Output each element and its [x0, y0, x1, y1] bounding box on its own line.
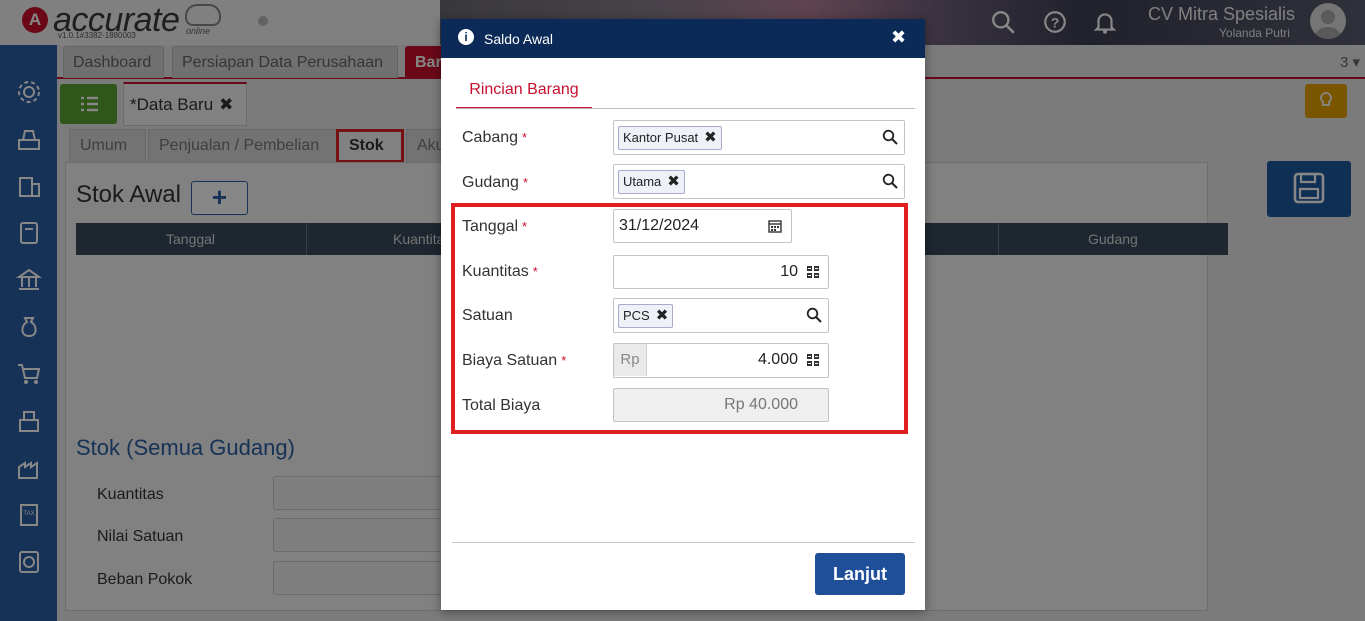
tanggal-label-text: Tanggal	[462, 218, 519, 235]
kuantitas-field[interactable]: 10	[613, 255, 829, 289]
required-mark: *	[522, 175, 528, 190]
satuan-value: PCS	[623, 308, 650, 323]
total-biaya-label-text: Total Biaya	[462, 397, 541, 414]
tanggal-label: Tanggal *	[462, 218, 527, 236]
close-icon[interactable]: ✖	[891, 27, 906, 48]
total-biaya-field: Rp 40.000	[613, 388, 829, 422]
info-icon: i	[458, 29, 474, 45]
biaya-satuan-label-text: Biaya Satuan	[462, 352, 558, 369]
lanjut-button[interactable]: Lanjut	[815, 553, 905, 595]
satuan-field[interactable]: PCS ✖	[613, 298, 829, 333]
kuantitas-label-text: Kuantitas	[462, 263, 529, 280]
search-icon[interactable]	[882, 129, 898, 145]
search-icon[interactable]	[806, 307, 822, 323]
calculator-icon[interactable]	[806, 265, 820, 279]
required-mark: *	[561, 353, 567, 368]
gudang-label-text: Gudang	[462, 174, 519, 191]
currency-prefix: Rp	[614, 344, 647, 376]
cabang-chip: Kantor Pusat ✖	[618, 126, 722, 150]
satuan-chip: PCS ✖	[618, 304, 674, 328]
required-mark: *	[522, 130, 528, 145]
biaya-satuan-value: 4.000	[757, 351, 798, 368]
gudang-value: Utama	[623, 174, 662, 189]
kuantitas-value: 10	[780, 263, 798, 280]
remove-chip-icon[interactable]: ✖	[704, 129, 717, 146]
remove-chip-icon[interactable]: ✖	[656, 307, 669, 324]
footer-divider	[452, 542, 915, 543]
dialog-header: i Saldo Awal ✖	[441, 19, 925, 58]
biaya-satuan-field[interactable]: Rp 4.000	[613, 343, 829, 378]
tanggal-value: 31/12/2024	[619, 217, 700, 234]
gudang-field[interactable]: Utama ✖	[613, 164, 905, 199]
gudang-label: Gudang *	[462, 174, 528, 192]
calculator-icon[interactable]	[806, 353, 820, 367]
cabang-label-text: Cabang	[462, 129, 519, 146]
cabang-label: Cabang *	[462, 129, 527, 147]
cabang-value: Kantor Pusat	[623, 130, 699, 145]
saldo-awal-dialog: i Saldo Awal ✖ Rincian Barang Cabang * Ka…	[441, 19, 925, 610]
biaya-satuan-label: Biaya Satuan *	[462, 352, 566, 370]
gudang-chip: Utama ✖	[618, 170, 685, 194]
satuan-label-text: Satuan	[462, 307, 513, 324]
required-mark: *	[532, 264, 538, 279]
kuantitas-label: Kuantitas *	[462, 263, 538, 281]
cabang-field[interactable]: Kantor Pusat ✖	[613, 120, 905, 155]
calendar-icon[interactable]	[768, 219, 782, 233]
remove-chip-icon[interactable]: ✖	[667, 173, 680, 190]
dialog-title: Saldo Awal	[484, 31, 554, 47]
search-icon[interactable]	[882, 173, 898, 189]
required-mark: *	[522, 219, 528, 234]
tab-underline	[456, 108, 915, 109]
total-biaya-label: Total Biaya	[462, 397, 540, 415]
tab-rincian-barang[interactable]: Rincian Barang	[456, 77, 592, 109]
satuan-label: Satuan	[462, 307, 513, 325]
total-biaya-value: Rp 40.000	[724, 396, 798, 413]
tanggal-field[interactable]: 31/12/2024	[613, 209, 792, 243]
